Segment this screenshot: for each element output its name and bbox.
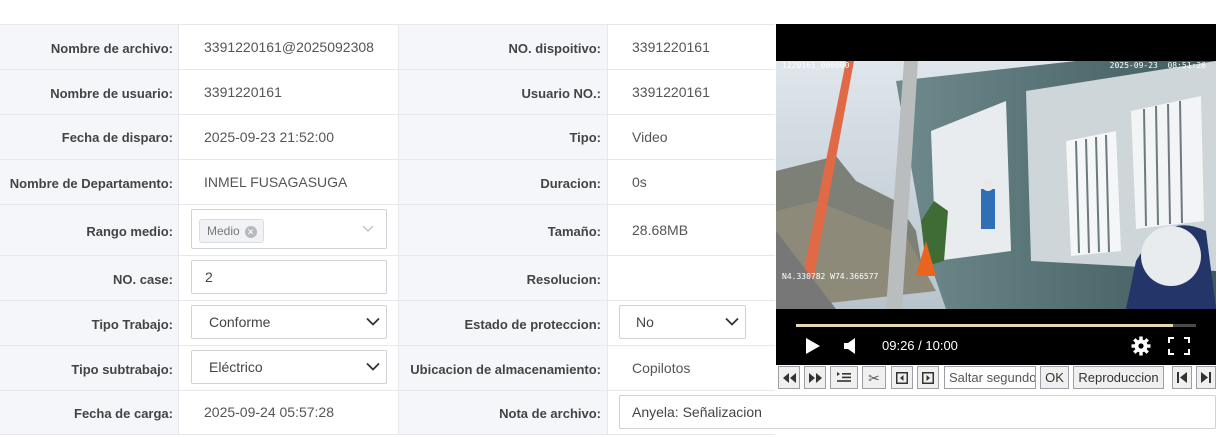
estado-proteccion-select[interactable]: No: [619, 305, 746, 339]
playback-button[interactable]: Reproduccion: [1073, 366, 1164, 389]
osd-gps-text: N4.330782 W74.366577: [782, 272, 879, 281]
nota-archivo-value: Anyela: Señalizacion: [632, 404, 762, 420]
label-usuario-no: Usuario NO.:: [398, 70, 607, 114]
estado-proteccion-value: No: [636, 314, 654, 330]
chevron-down-icon: [366, 362, 380, 371]
scissors-icon: ✂: [868, 369, 880, 386]
nota-archivo-input[interactable]: Anyela: Señalizacion: [619, 395, 1216, 429]
value-departamento: INMEL FUSAGASUGA: [204, 174, 348, 190]
label-tamano: Tamaño:: [398, 205, 607, 255]
ok-label: OK: [1045, 370, 1064, 385]
value-nombre-usuario: 3391220161: [204, 84, 282, 100]
fast-forward-button[interactable]: [804, 366, 826, 389]
no-case-input[interactable]: 2: [191, 260, 387, 294]
label-departamento: Nombre de Departamento:: [0, 160, 178, 204]
medio-tag: Medio ✕: [199, 219, 264, 243]
tipo-trabajo-select[interactable]: Conforme: [191, 305, 387, 339]
rango-medio-select[interactable]: Medio ✕: [191, 209, 387, 249]
prev-frame-icon: [896, 371, 908, 384]
rewind-button[interactable]: [778, 366, 800, 389]
label-fecha-disparo: Fecha de disparo:: [0, 115, 178, 159]
list-icon: [837, 372, 851, 382]
no-case-value: 2: [205, 269, 213, 285]
progress-fill: [796, 324, 1173, 327]
label-ubicacion: Ubicacion de almacenamiento:: [398, 346, 607, 390]
value-resolucion: [607, 256, 775, 300]
label-estado-proteccion: Estado de proteccion:: [398, 301, 607, 345]
value-usuario-no: 3391220161: [632, 84, 710, 100]
label-nombre-archivo: Nombre de archivo:: [0, 25, 178, 69]
progress-bar[interactable]: [796, 324, 1196, 327]
skip-end-icon: [1201, 372, 1211, 383]
label-fecha-carga: Fecha de carga:: [0, 391, 178, 434]
osd-datetime-text: 2025-09-23 08:51:26: [1109, 61, 1206, 70]
label-nota: Nota de archivo:: [398, 391, 607, 434]
tag-remove-icon[interactable]: ✕: [244, 225, 257, 238]
tipo-trabajo-value: Conforme: [209, 314, 271, 330]
rewind-icon: [782, 372, 796, 383]
fast-forward-icon: [808, 372, 822, 383]
first-button[interactable]: [1172, 366, 1192, 389]
medio-tag-label: Medio: [207, 224, 240, 238]
label-tipo: Tipo:: [398, 115, 607, 159]
label-no-case: NO. case:: [0, 256, 178, 300]
chevron-down-icon: [725, 317, 739, 326]
fullscreen-icon[interactable]: [1168, 337, 1190, 355]
chevron-down-icon: [362, 225, 374, 232]
chevron-down-icon: [366, 317, 380, 326]
list-button[interactable]: [830, 366, 858, 389]
tipo-subtrabajo-value: Eléctrico: [209, 359, 263, 375]
label-nombre-usuario: Nombre de usuario:: [0, 70, 178, 114]
jump-seconds-placeholder: Saltar segundos: [949, 370, 1036, 385]
video-player[interactable]: 1220161_000000 2025-09-23 08:51:26 N4.33…: [776, 24, 1216, 365]
label-tipo-trabajo: Tipo Trabajo:: [0, 301, 178, 345]
value-duracion: 0s: [632, 174, 647, 190]
play-icon[interactable]: [805, 337, 821, 355]
value-nombre-archivo: 3391220161@2025092308: [204, 39, 374, 55]
skip-start-icon: [1177, 372, 1187, 383]
settings-gear-icon[interactable]: [1131, 336, 1151, 356]
label-tipo-subtrabajo: Tipo subtrabajo:: [0, 346, 178, 390]
value-no-dispositivo: 3391220161: [632, 39, 710, 55]
next-frame-icon: [922, 371, 934, 384]
label-no-dispositivo: NO. dispoitivo:: [398, 25, 607, 69]
jump-seconds-input[interactable]: Saltar segundos: [944, 366, 1036, 389]
volume-icon[interactable]: [843, 337, 857, 355]
label-rango-medio: Rango medio:: [0, 205, 178, 255]
tipo-subtrabajo-select[interactable]: Eléctrico: [191, 350, 387, 384]
prev-frame-button[interactable]: [891, 366, 913, 389]
cut-button[interactable]: ✂: [862, 366, 886, 389]
value-fecha-carga: 2025-09-24 05:57:28: [204, 404, 334, 420]
osd-device-text: 1220161_000000: [782, 61, 850, 70]
last-button[interactable]: [1196, 366, 1216, 389]
label-resolucion: Resolucion:: [398, 256, 607, 300]
time-display: 09:26 / 10:00: [882, 338, 958, 353]
value-ubicacion: Copilotos: [632, 360, 691, 376]
value-fecha-disparo: 2025-09-23 21:52:00: [204, 129, 334, 145]
label-duracion: Duracion:: [398, 160, 607, 204]
value-tipo: Video: [632, 129, 668, 145]
value-tamano: 28.68MB: [632, 222, 689, 238]
ok-button[interactable]: OK: [1040, 366, 1069, 389]
playback-label: Reproduccion: [1078, 370, 1159, 385]
next-frame-button[interactable]: [917, 366, 939, 389]
